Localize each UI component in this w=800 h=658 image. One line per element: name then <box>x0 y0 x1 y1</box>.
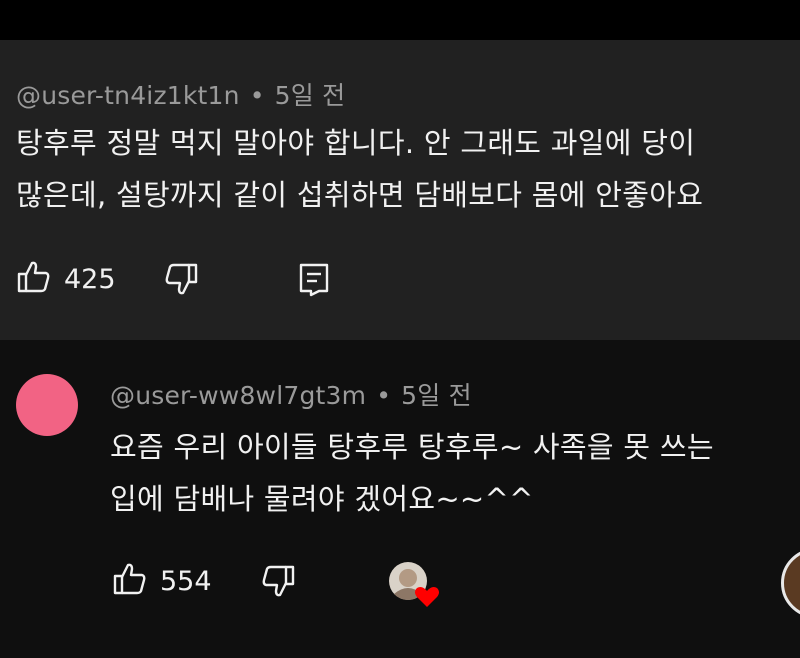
meta-separator: • <box>249 81 265 110</box>
reply-time: 5일 전 <box>401 381 472 410</box>
reply-like-button[interactable]: 554 <box>112 561 212 601</box>
thumbs-up-icon <box>16 259 52 299</box>
comment-like-count: 425 <box>64 263 116 295</box>
avatar[interactable] <box>16 374 78 436</box>
comment-username[interactable]: @user-tn4iz1kt1n <box>16 81 240 110</box>
reply-meta: @user-ww8wl7gt3m • 5일 전 <box>110 376 472 412</box>
comment-meta: @user-tn4iz1kt1n • 5일 전 <box>16 76 345 112</box>
reply-text-line-2: 입에 담배나 물려야 겠어요~~^^ <box>110 482 534 516</box>
thumbs-up-icon <box>112 561 148 601</box>
meta-separator: • <box>376 381 392 410</box>
avatar-icon[interactable] <box>781 548 800 618</box>
reply-icon <box>297 261 331 301</box>
reply-username[interactable]: @user-ww8wl7gt3m <box>110 381 366 410</box>
comment-text-line-1: 탕후루 정말 먹지 말아야 합니다. 안 그래도 과일에 당이 <box>16 126 696 160</box>
thumbs-down-icon <box>260 563 296 603</box>
comment-dislike-button[interactable] <box>163 261 199 301</box>
comment-time: 5일 전 <box>274 81 346 110</box>
comment-text-line-2: 많은데, 설탕까지 같이 섭취하면 담배보다 몸에 안좋아요 <box>16 178 704 212</box>
reply-card: @user-ww8wl7gt3m • 5일 전 요즘 우리 아이들 탕후루 탕후루~… <box>0 340 800 658</box>
creator-heart-icon <box>386 560 442 610</box>
comment-reply-button[interactable] <box>297 261 331 301</box>
reply-text-line-1: 요즘 우리 아이들 탕후루 탕후루~ 사족을 못 쓰는 <box>110 430 714 464</box>
reply-like-count: 554 <box>160 565 212 597</box>
comment-card: @user-tn4iz1kt1n • 5일 전 탕후루 정말 먹지 말아야 합니다.… <box>0 40 800 340</box>
top-strip <box>0 0 800 40</box>
reply-dislike-button[interactable] <box>260 563 296 603</box>
thumbs-down-icon <box>163 261 199 301</box>
comment-like-button[interactable]: 425 <box>16 259 116 299</box>
